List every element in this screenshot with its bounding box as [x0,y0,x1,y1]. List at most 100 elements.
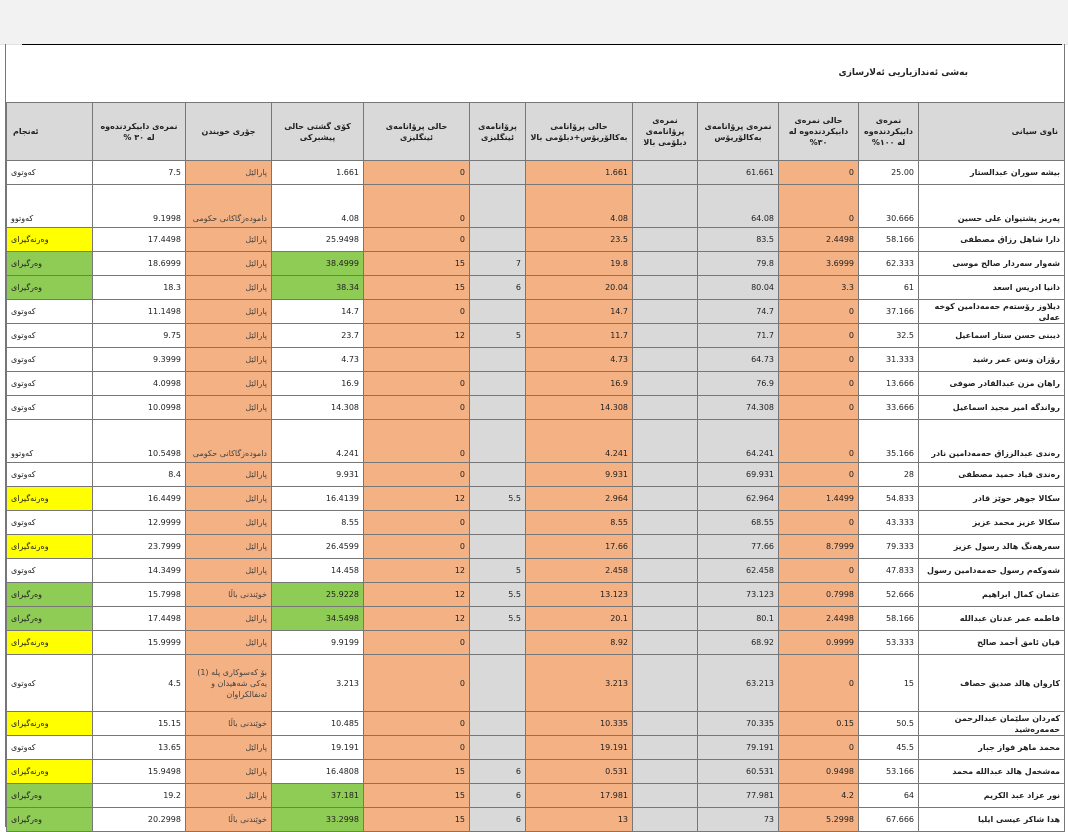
cell-english: 5 [469,323,526,348]
cell-total: 38.34 [271,275,364,300]
cell-bachelor: 64.73 [697,347,779,372]
cell-diploma [632,323,698,348]
cell-combined: 2.964 [525,486,633,511]
cell-english-hali: 0 [363,534,470,559]
cell-bachelor: 71.7 [697,323,779,348]
cell-name: نور عزاد عبد الکریم [918,783,1065,808]
cell-bachelor: 68.55 [697,510,779,535]
cell-hali-30: 0 [778,184,859,228]
cell-bachelor: 83.5 [697,227,779,252]
cell-study-type: پارالێل [185,371,272,396]
table-row: راهان مزن عبدالقادر صوفی 13.666 0 76.9 16.9 0… [6,371,1065,396]
header-cell: ئەنجام [6,102,93,161]
cell-name: دانیا ادریس اسعد [918,275,1065,300]
cell-name: مەشخەل هالد عبداللە محمد [918,759,1065,784]
cell-diploma [632,783,698,808]
cell-english: 6 [469,807,526,832]
cell-study-type: پارالێل [185,735,272,760]
cell-score-100: 53.333 [858,630,919,655]
cell-combined: 4.241 [525,419,633,463]
cell-english: 5.5 [469,606,526,631]
header-cell: نمرەی دابیکردندەوە لە ١٠٠% [858,102,919,161]
table-row: سەرهەنگ هالد رسول عزیز 79.333 8.7999 77.66 1… [6,534,1065,559]
cell-result: کەوتوی [6,160,93,185]
cell-combined: 11.7 [525,323,633,348]
table-row: رۆزان ونس عمر رشید 31.333 0 64.73 4.73 4.73 پا… [6,347,1065,372]
cell-score-100: 32.5 [858,323,919,348]
cell-study-type: پارالێل [185,160,272,185]
cell-english-hali [363,347,470,372]
cell-study-type: خوێندنی باڵا [185,711,272,736]
cell-study-type: پارالێل [185,534,272,559]
table-row: عثمان کمال ابراهیم 52.666 0.7998 73.123 13.1… [6,582,1065,607]
cell-study-type: دامودەزگاکانی حکومی [185,419,272,463]
cell-hali-30: 0 [778,419,859,463]
cell-diploma [632,711,698,736]
cell-name: قیان ئامق أحمد صالح [918,630,1065,655]
cell-score-100: 43.333 [858,510,919,535]
cell-score-30: 17.4498 [92,227,186,252]
cell-score-30: 18.6999 [92,251,186,276]
cell-english-hali: 0 [363,510,470,535]
cell-result: کەوتوی [6,323,93,348]
cell-study-type: پارالێل [185,630,272,655]
cell-name: فاطمە عمر عدنان عبداللە [918,606,1065,631]
cell-english [469,395,526,420]
cell-hali-30: 4.2 [778,783,859,808]
cell-combined: 23.5 [525,227,633,252]
cell-combined: 20.1 [525,606,633,631]
cell-diploma [632,630,698,655]
cell-total: 9.931 [271,462,364,487]
cell-english [469,184,526,228]
cell-score-30: 15.9498 [92,759,186,784]
cell-english-hali: 15 [363,807,470,832]
cell-name: دیبنی حسن ستار اسماعیل [918,323,1065,348]
cell-score-30: 19.2 [92,783,186,808]
cell-study-type: خوێندنی باڵا [185,807,272,832]
cell-english-hali: 15 [363,783,470,808]
cell-bachelor: 79.191 [697,735,779,760]
cell-total: 14.458 [271,558,364,583]
cell-bachelor: 61.661 [697,160,779,185]
cell-diploma [632,275,698,300]
cell-total: 19.191 [271,735,364,760]
cell-score-100: 15 [858,654,919,712]
cell-study-type: پارالێل [185,227,272,252]
cell-bachelor: 64.241 [697,419,779,463]
cell-hali-30: 1.4499 [778,486,859,511]
cell-hali-30: 0 [778,395,859,420]
cell-hali-30: 0 [778,735,859,760]
cell-score-100: 35.166 [858,419,919,463]
header-row: ناوی سیانی نمرەی دابیکردندەوە لە ١٠٠% حا… [6,102,1065,161]
cell-combined: 4.08 [525,184,633,228]
cell-name: رواندگە امیر مجید اسماعیل [918,395,1065,420]
table-row: سکالا جوهر حوێز قادر 54.833 1.4499 62.964 2.… [6,486,1065,511]
cell-bachelor: 62.458 [697,558,779,583]
cell-english [469,160,526,185]
cell-english-hali: 0 [363,711,470,736]
header-cell: حالى پرۆانامى بەکالۆریۆس+دبلۆمی بالا [525,102,633,161]
cell-total: 26.4599 [271,534,364,559]
cell-name: عثمان کمال ابراهیم [918,582,1065,607]
cell-score-30: 15.15 [92,711,186,736]
table-row: دیلاوز رۆستەم حەمەدامین کوخە عەلی 37.166 0… [6,299,1065,324]
cell-bachelor: 77.66 [697,534,779,559]
cell-english-hali: 12 [363,606,470,631]
cell-score-30: 13.65 [92,735,186,760]
cell-bachelor: 80.1 [697,606,779,631]
cell-bachelor: 73.123 [697,582,779,607]
cell-combined: 9.931 [525,462,633,487]
cell-score-30: 17.4498 [92,606,186,631]
cell-bachelor: 79.8 [697,251,779,276]
sheet-title: بەشی ئەندازیاریی ئەلارسازی [838,68,968,78]
cell-result: وەرگیرای [6,275,93,300]
cell-study-type: پارالێل [185,783,272,808]
cell-score-100: 28 [858,462,919,487]
cell-study-type: پارالێل [185,251,272,276]
table-row: دانیا ادریس اسعد 61 3.3 80.04 20.04 6 15 38.34 پ… [6,275,1065,300]
cell-score-100: 52.666 [858,582,919,607]
cell-score-100: 58.166 [858,227,919,252]
cell-diploma [632,558,698,583]
table-row: دارا شاهل رزاق مصطفی 58.166 2.4498 83.5 23.5… [6,227,1065,252]
cell-bachelor: 80.04 [697,275,779,300]
